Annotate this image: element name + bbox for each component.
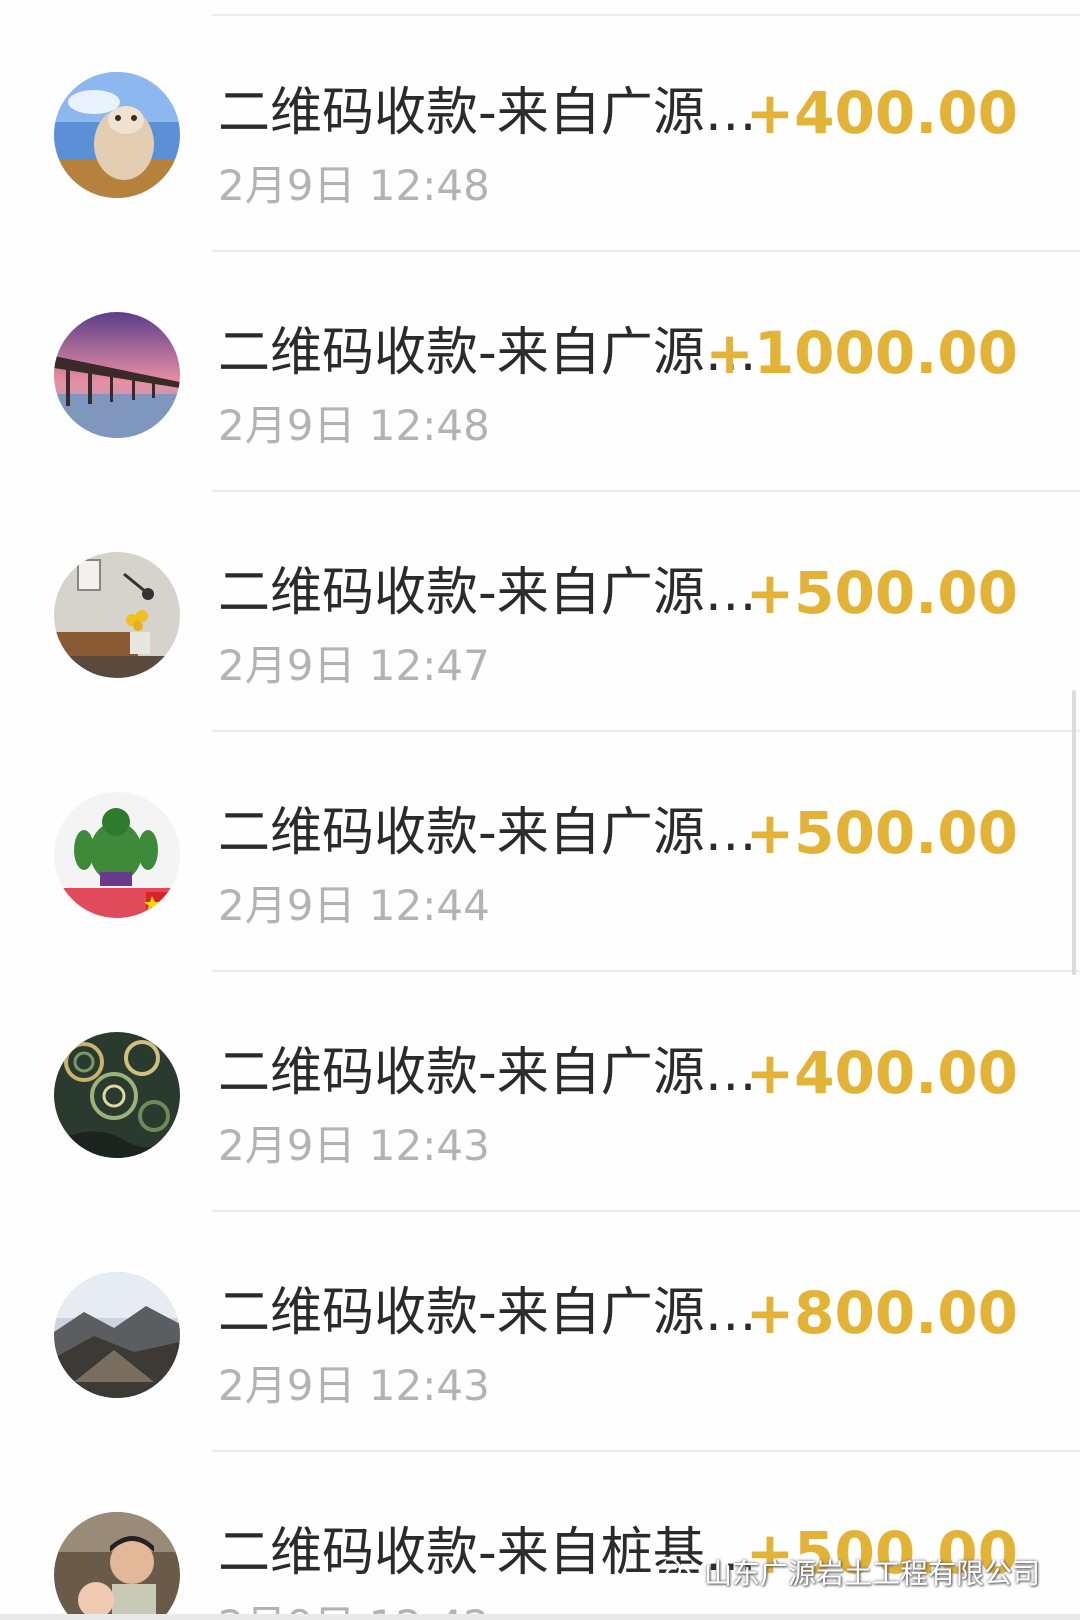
wechat-icon [650, 1556, 692, 1587]
transaction-time: 2月9日 12:48 [218, 401, 490, 450]
avatar-living-room [54, 552, 180, 678]
transaction-list-screen: 二维码收款-来自广源… 2月9日 12:48 +400.00 二维码收款-来自广… [0, 0, 1080, 1620]
transaction-title: 二维码收款-来自广源… [218, 803, 757, 863]
transaction-row[interactable]: 二维码收款-来自广源… 2月9日 12:43 +800.00 [0, 1212, 1080, 1452]
transaction-time: 2月9日 12:44 [218, 881, 490, 930]
transaction-amount: +400.00 [745, 1039, 1018, 1107]
avatar-family [54, 1512, 180, 1620]
transaction-time: 2月9日 12:48 [218, 161, 490, 210]
transaction-amount: +1000.00 [705, 319, 1018, 387]
transaction-row[interactable]: 二维码收款-来自广源… 2月9日 12:48 +400.00 [0, 12, 1080, 252]
transaction-amount: +400.00 [745, 79, 1018, 147]
watermark: 山东广源岩土工程有限公司 [650, 1552, 1040, 1592]
transaction-amount: +800.00 [745, 1279, 1018, 1347]
avatar-mountain [54, 1272, 180, 1398]
avatar-pier-sunset [54, 312, 180, 438]
bottom-bar [0, 1614, 1080, 1620]
transaction-time: 2月9日 12:43 [218, 1121, 490, 1170]
transaction-row[interactable]: 二维码收款-来自广源… 2月9日 12:47 +500.00 [0, 492, 1080, 732]
transaction-amount: +500.00 [745, 559, 1018, 627]
transaction-row[interactable]: 二维码收款-来自广源… 2月9日 12:48 +1000.00 [0, 252, 1080, 492]
transaction-title: 二维码收款-来自广源… [218, 563, 757, 623]
transaction-title: 二维码收款-来自广源… [218, 83, 757, 143]
avatar-swirl-painting [54, 1032, 180, 1158]
avatar-cat [54, 72, 180, 198]
transaction-row[interactable]: 二维码收款-来自广源… 2月9日 12:43 +400.00 [0, 972, 1080, 1212]
avatar-hulk [54, 792, 180, 918]
transaction-title: 二维码收款-来自广源… [218, 1043, 757, 1103]
transaction-time: 2月9日 12:47 [218, 641, 490, 690]
scrollbar[interactable] [1072, 690, 1076, 975]
transaction-time: 2月9日 12:43 [218, 1361, 490, 1410]
transaction-title: 二维码收款-来自广源… [218, 323, 757, 383]
transaction-amount: +500.00 [745, 799, 1018, 867]
transaction-row[interactable]: 二维码收款-来自桩基… 2月9日 12:42 +500.00 [0, 1452, 1080, 1620]
transaction-title: 二维码收款-来自广源… [218, 1283, 757, 1343]
transaction-row[interactable]: 二维码收款-来自广源… 2月9日 12:44 +500.00 [0, 732, 1080, 972]
watermark-text: 山东广源岩土工程有限公司 [703, 1557, 1040, 1590]
